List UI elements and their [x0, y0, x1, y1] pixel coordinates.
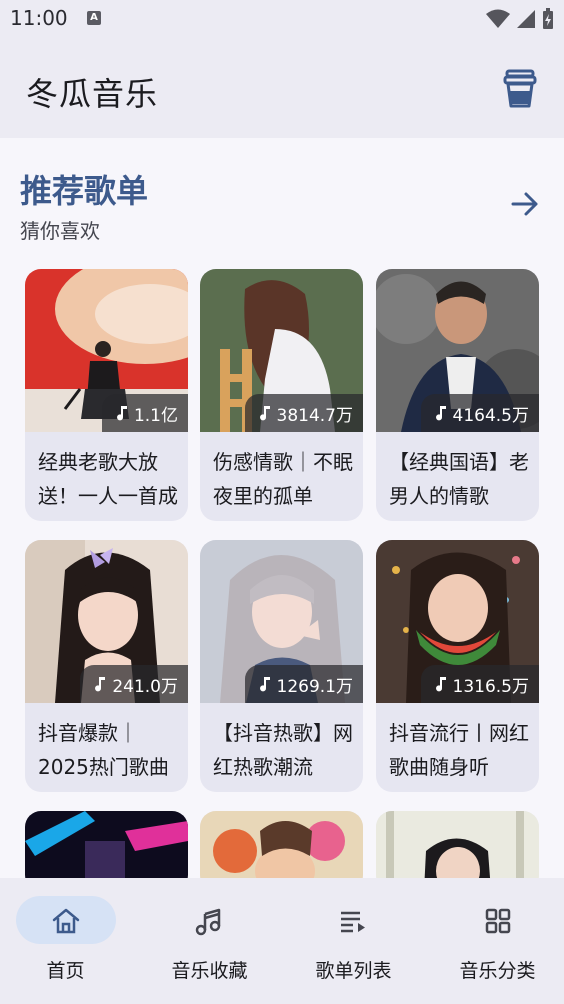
nav-item-playlists[interactable]: 歌单列表 — [283, 878, 424, 1004]
nav-item-categories[interactable]: 音乐分类 — [427, 878, 564, 1004]
music-note-icon — [435, 677, 446, 692]
play-count-value: 4164.5万 — [452, 405, 529, 426]
playlist-title: 抖音爆款｜2025热门歌曲 — [38, 721, 169, 779]
playlist-title: 【经典国语】老男人的情歌 — [389, 450, 529, 508]
status-time: 11:00 — [10, 6, 68, 30]
play-count: 1316.5万 — [420, 665, 539, 703]
nav-label-categories: 音乐分类 — [459, 960, 536, 982]
music-note-icon — [259, 406, 270, 421]
wifi-icon — [486, 9, 510, 28]
playlist-title: 【抖音热歌】网红热歌潮流 — [213, 721, 353, 779]
section-title: 推荐歌单 — [20, 172, 149, 210]
nav-label-favorites: 音乐收藏 — [171, 960, 248, 982]
playlist-icon — [341, 911, 365, 933]
play-count: 1.1亿 — [101, 394, 188, 432]
play-count-value: 241.0万 — [112, 676, 178, 697]
play-count-value: 1316.5万 — [452, 676, 529, 697]
cup-button[interactable] — [496, 64, 544, 112]
playlist-card[interactable]: 241.0万 抖音爆款｜2025热门歌曲 — [25, 540, 188, 792]
bottom-navigation: 首页 音乐收藏 歌单列表 音乐分类 — [0, 878, 564, 1004]
section-subtitle: 猜你喜欢 — [20, 219, 100, 243]
play-count: 1269.1万 — [244, 665, 363, 703]
music-note-icon — [259, 677, 270, 692]
playlist-title: 抖音流行丨网红歌曲随身听 — [389, 721, 529, 779]
music-note-icon — [195, 908, 221, 936]
play-count: 3814.7万 — [244, 394, 363, 432]
playlist-card[interactable]: 1269.1万 【抖音热歌】网红热歌潮流 — [200, 540, 363, 792]
nav-item-favorites[interactable]: 音乐收藏 — [139, 878, 280, 1004]
arrow-right-icon — [511, 192, 538, 216]
more-button[interactable] — [505, 184, 545, 224]
music-note-icon — [95, 677, 106, 692]
status-bar: 11:00 A — [0, 0, 564, 38]
app-bar: 冬瓜音乐 — [0, 38, 564, 138]
playlist-card[interactable]: 1.1亿 经典老歌大放送！一人一首成名曲 — [25, 269, 188, 521]
nav-item-home[interactable]: 首页 — [0, 878, 141, 1004]
system-icons — [486, 8, 554, 30]
play-count: 4164.5万 — [420, 394, 539, 432]
play-count-value: 3814.7万 — [276, 405, 353, 426]
play-count-value: 1.1亿 — [133, 405, 178, 426]
play-count: 241.0万 — [80, 665, 188, 703]
playlist-title: 伤感情歌｜不眠夜里的孤单 — [213, 450, 353, 508]
playlist-card[interactable]: 1316.5万 抖音流行丨网红歌曲随身听 — [376, 540, 539, 792]
app-title: 冬瓜音乐 — [26, 75, 159, 113]
battery-icon — [543, 8, 553, 29]
grid-icon — [485, 908, 511, 934]
cup-icon — [503, 69, 537, 108]
nav-label-playlists: 歌单列表 — [315, 960, 392, 982]
signal-icon — [517, 10, 535, 28]
music-note-icon — [116, 406, 127, 421]
playlist-title: 经典老歌大放送！一人一首成名曲 — [38, 450, 178, 508]
nav-label-home: 首页 — [46, 960, 85, 982]
playlist-card[interactable]: 4164.5万 【经典国语】老男人的情歌 — [376, 269, 539, 521]
accessibility-badge-icon: A — [87, 11, 101, 25]
play-count-value: 1269.1万 — [276, 676, 353, 697]
music-note-icon — [435, 406, 446, 421]
playlist-card[interactable]: 3814.7万 伤感情歌｜不眠夜里的孤单 — [200, 269, 363, 521]
home-icon — [52, 908, 80, 934]
